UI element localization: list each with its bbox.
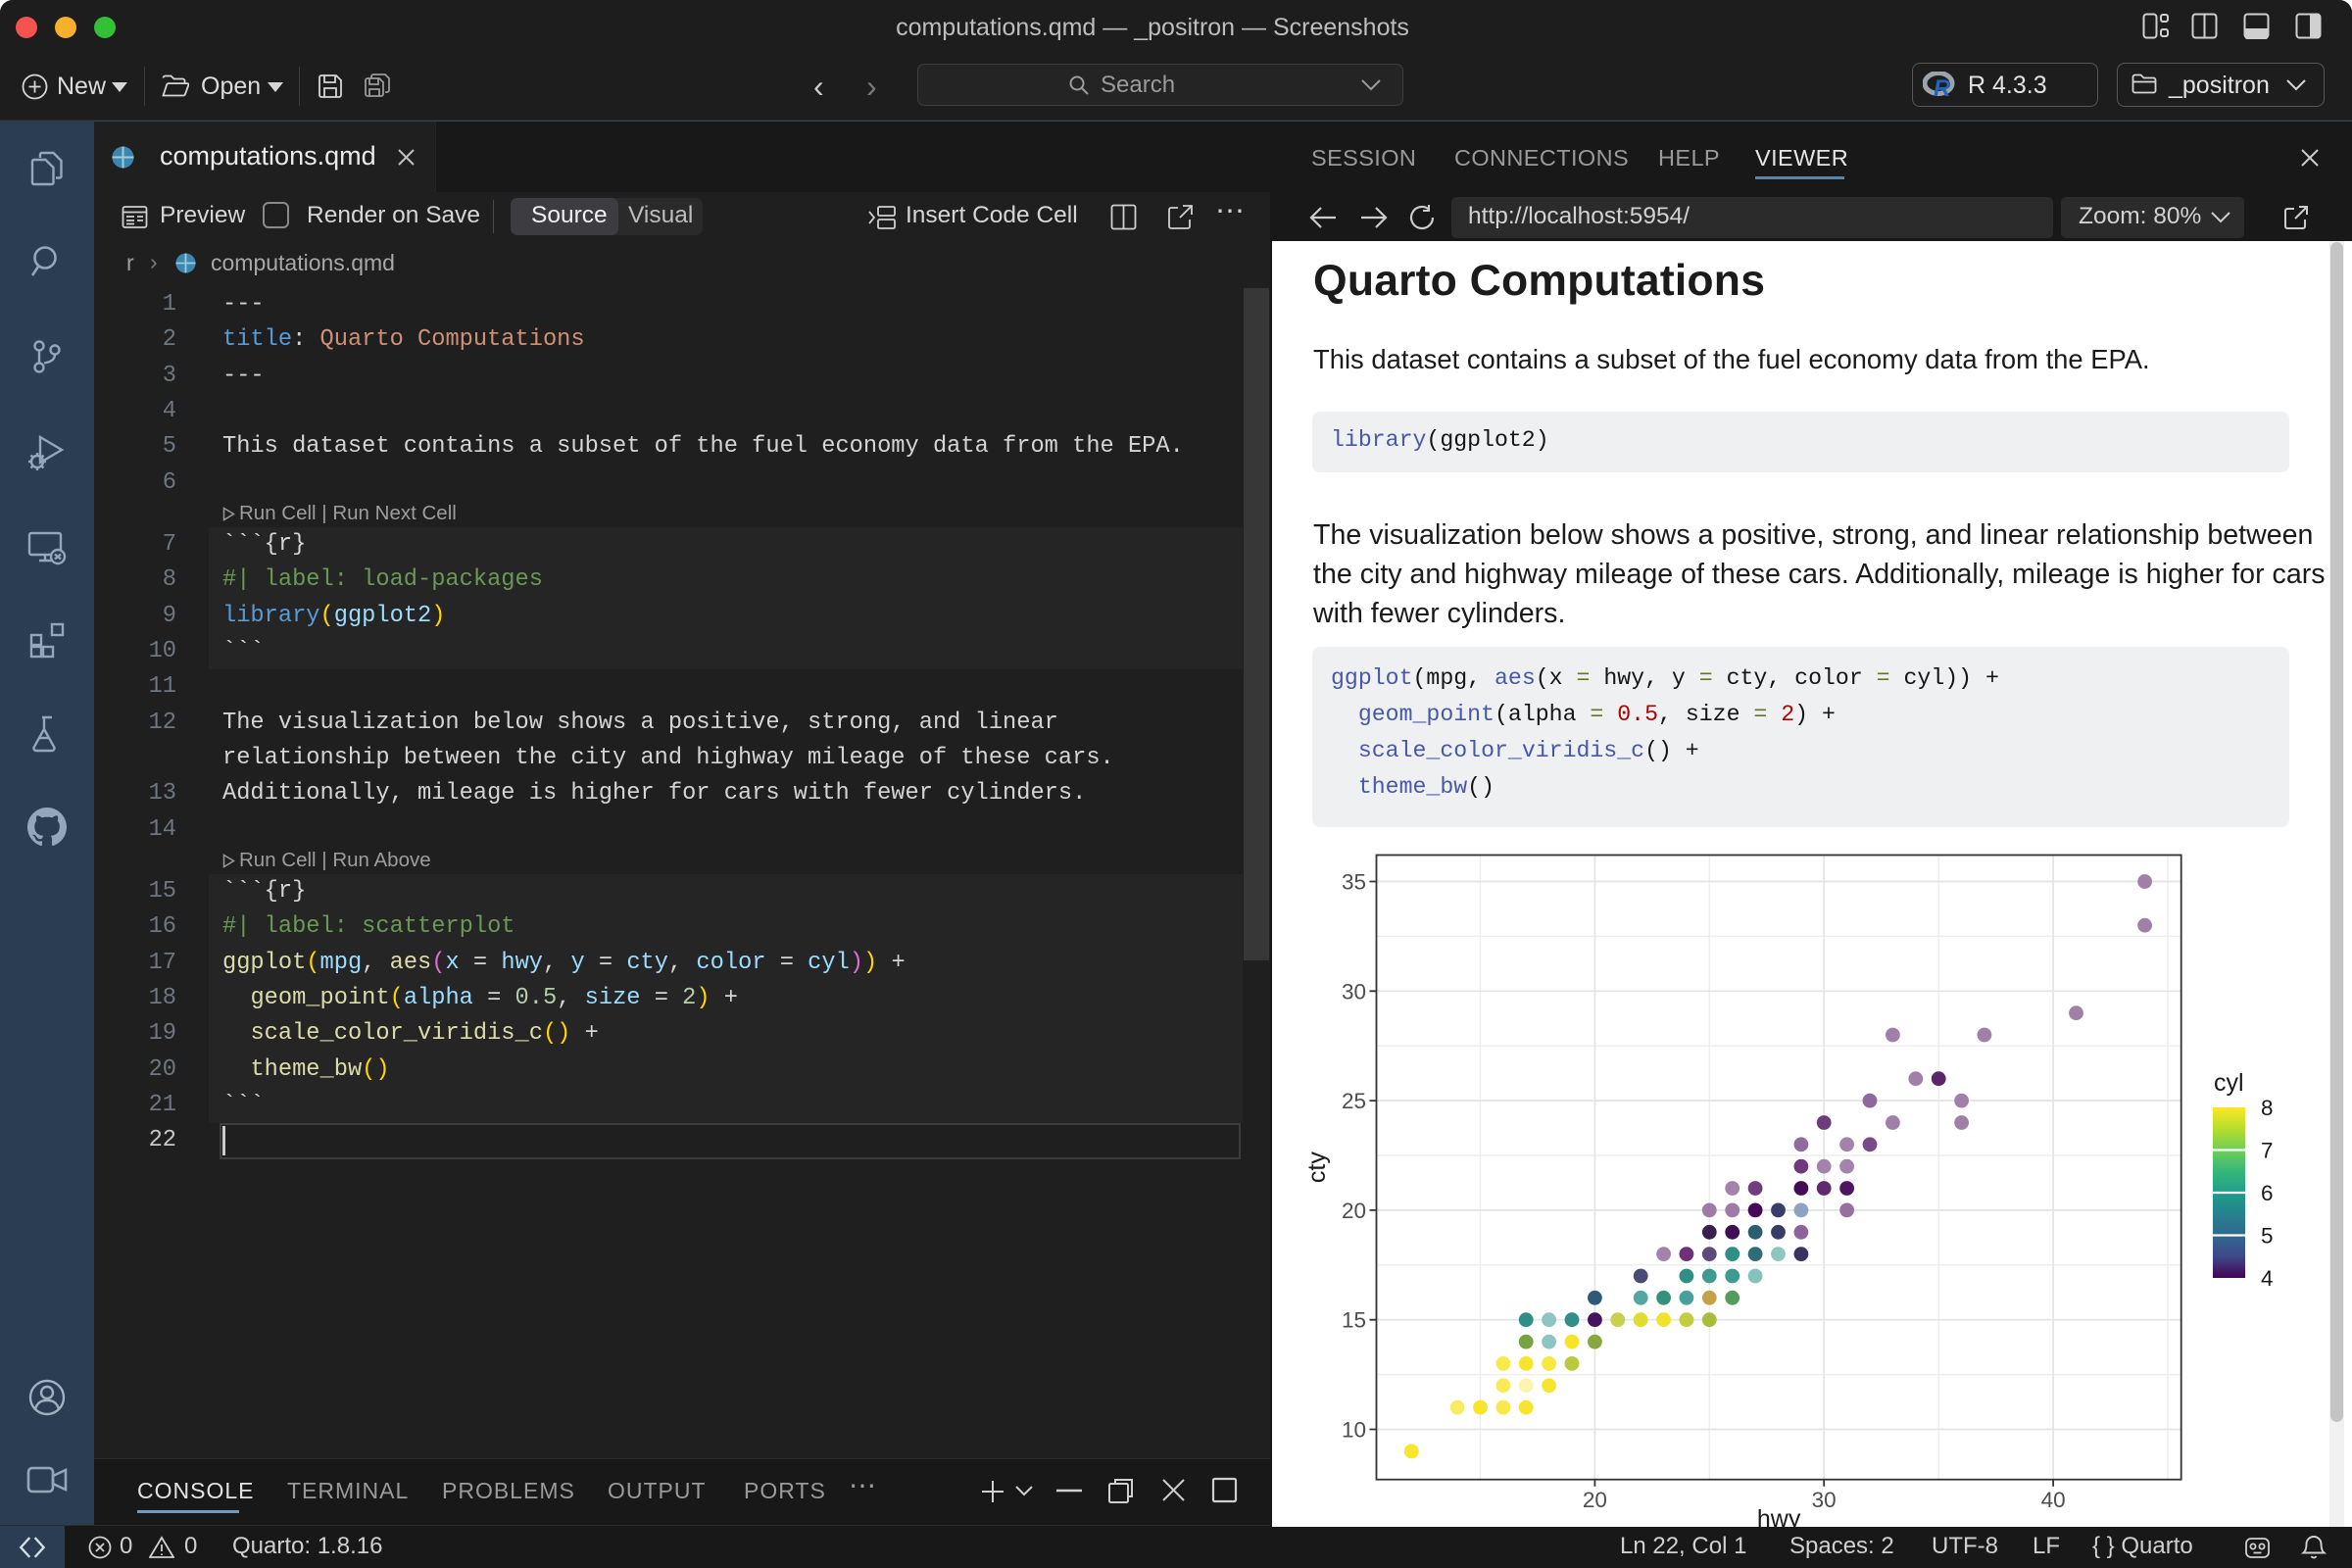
svg-text:20: 20: [1342, 1199, 1366, 1223]
svg-text:cty: cty: [1303, 1152, 1331, 1183]
svg-text:35: 35: [1342, 870, 1366, 895]
svg-text:20: 20: [1583, 1488, 1607, 1512]
svg-text:6: 6: [2261, 1181, 2274, 1205]
svg-text:40: 40: [2041, 1488, 2066, 1512]
svg-text:cyl: cyl: [2214, 1069, 2244, 1097]
svg-text:30: 30: [1342, 979, 1366, 1004]
svg-text:4: 4: [2261, 1266, 2274, 1291]
svg-text:10: 10: [1342, 1418, 1366, 1443]
svg-text:25: 25: [1342, 1089, 1366, 1113]
svg-text:hwy: hwy: [1757, 1505, 1801, 1527]
svg-text:8: 8: [2261, 1096, 2274, 1120]
svg-text:5: 5: [2261, 1224, 2274, 1249]
svg-text:7: 7: [2261, 1139, 2274, 1163]
svg-text:15: 15: [1342, 1308, 1366, 1333]
svg-text:30: 30: [1812, 1488, 1837, 1512]
svg-text:R: R: [1934, 75, 1951, 99]
